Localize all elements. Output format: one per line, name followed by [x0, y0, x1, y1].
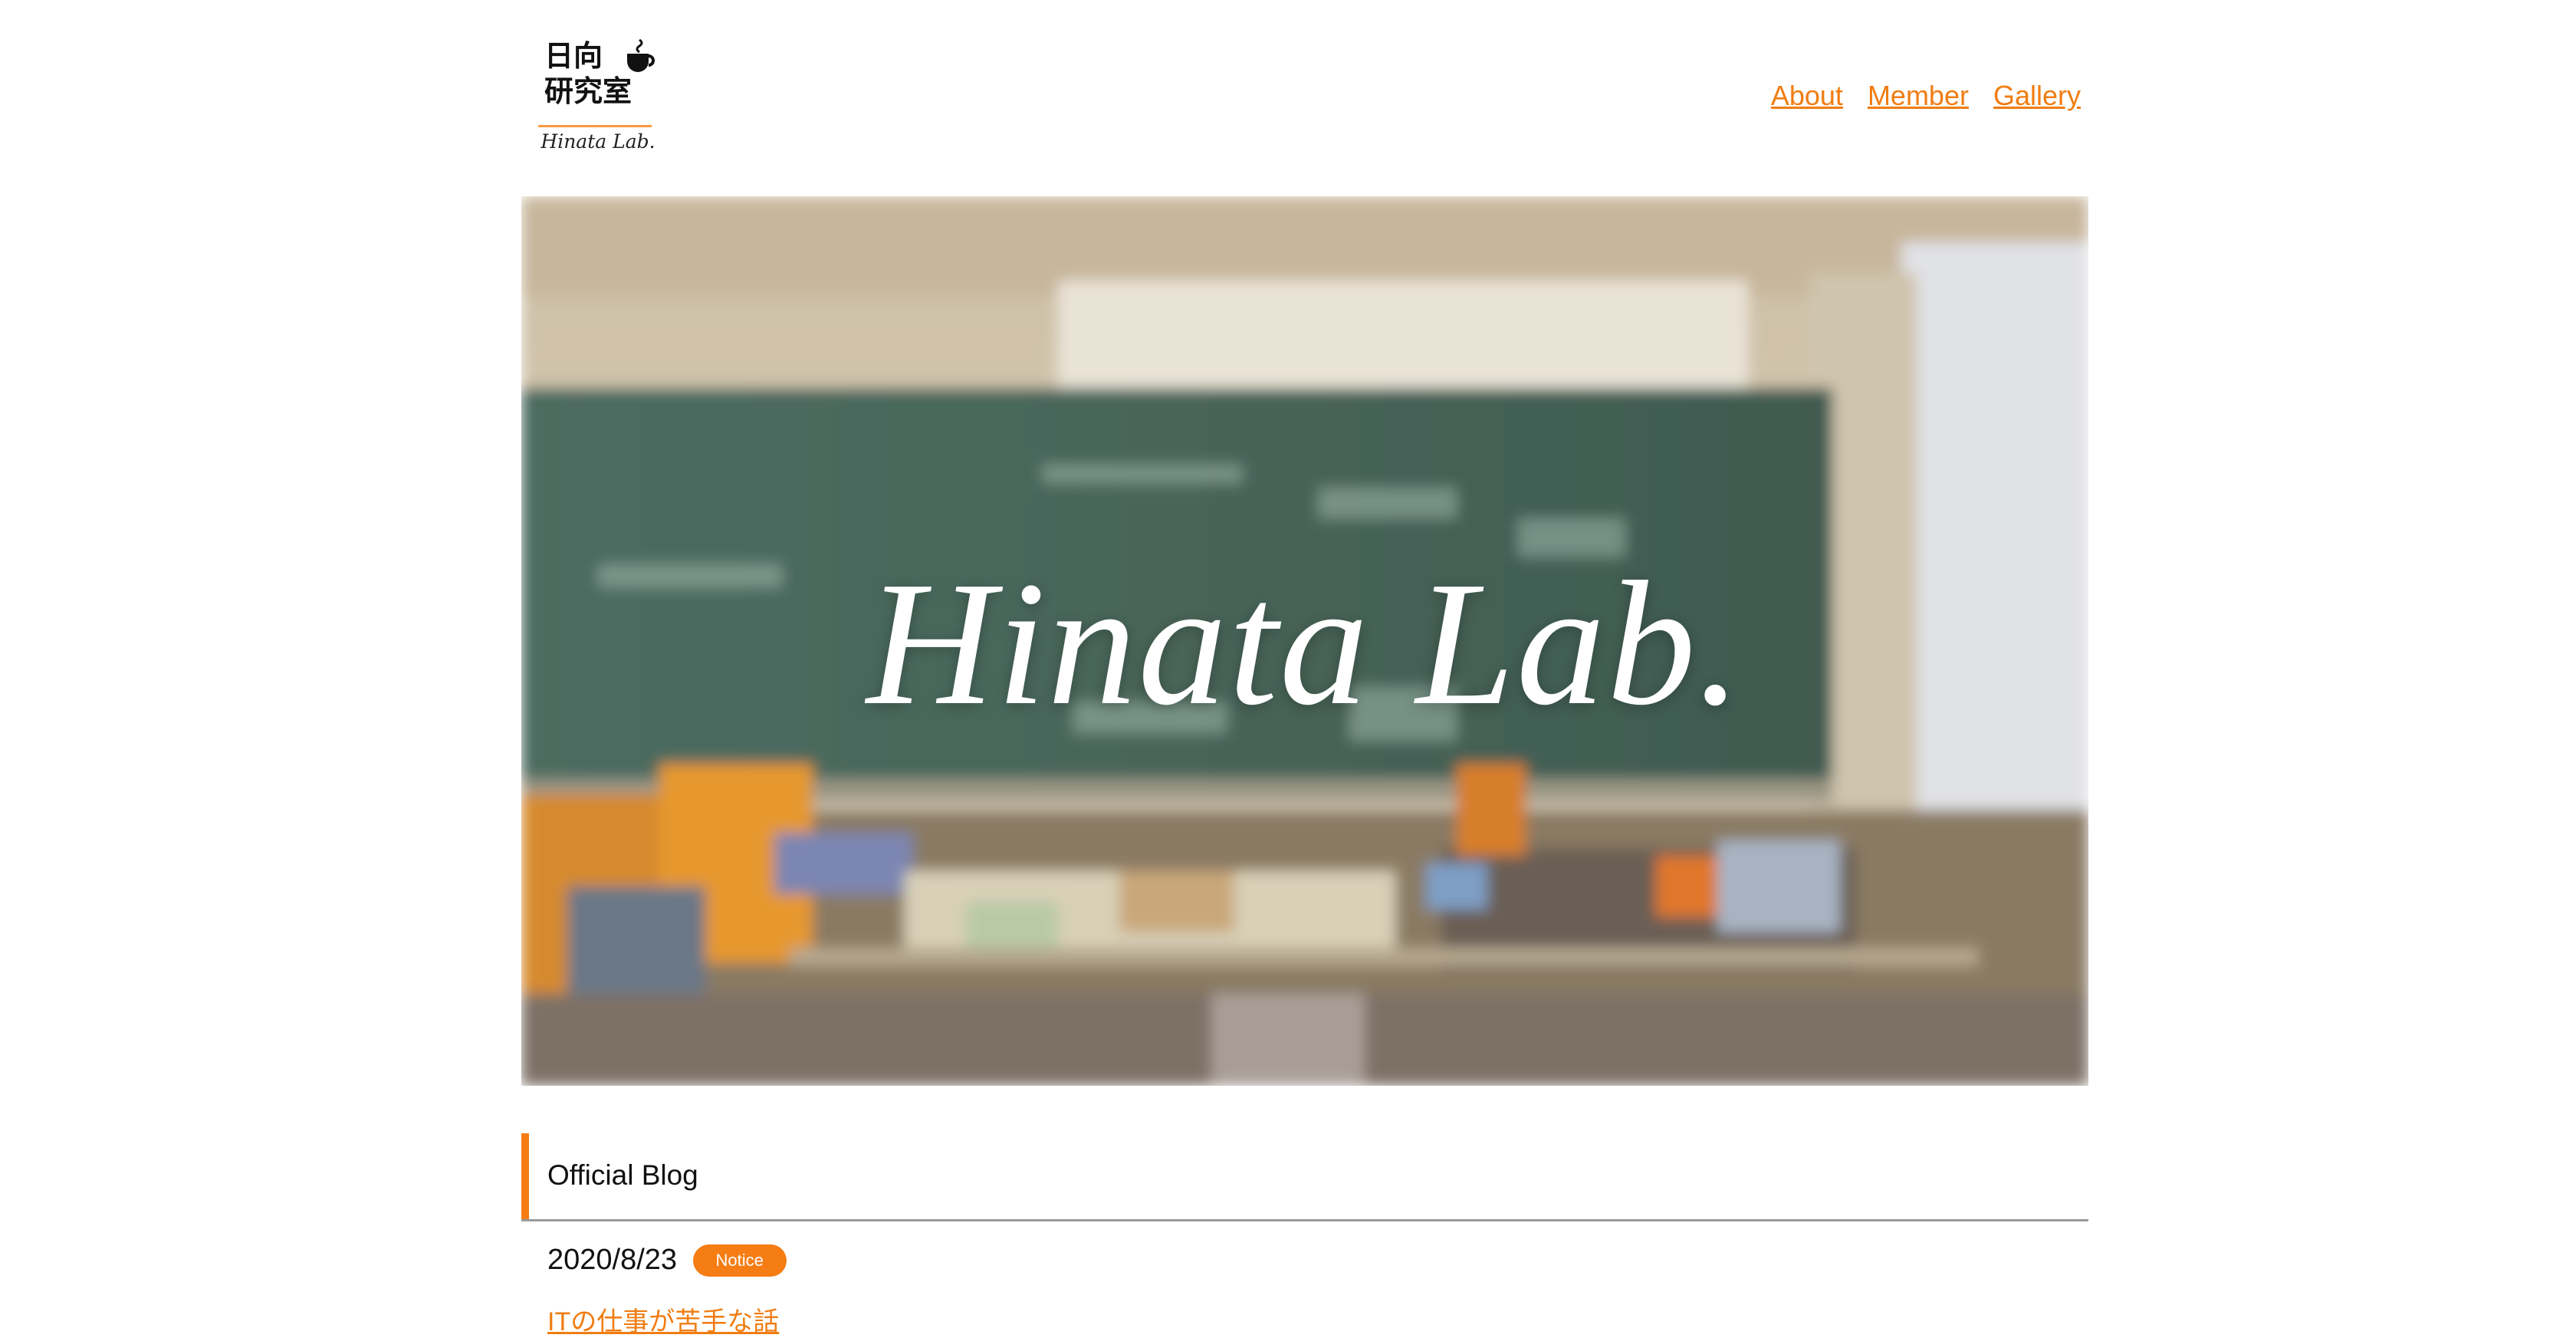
section-title: Official Blog: [547, 1159, 698, 1191]
nav-link-about[interactable]: About: [1771, 80, 1843, 112]
hero-banner: Hinata Lab.: [521, 196, 2088, 1086]
blog-post-item: 2020/8/23 Notice ITの仕事が苦手な話: [547, 1244, 2004, 1336]
logo-divider: [538, 125, 652, 127]
post-tag-badge: Notice: [692, 1244, 787, 1277]
post-title-link[interactable]: ITの仕事が苦手な話: [547, 1300, 779, 1338]
page-container: 日向 研究室 Hinata Lab. About Member Gallery: [521, 0, 2088, 1336]
nav-link-gallery[interactable]: Gallery: [1993, 80, 2081, 112]
main-nav: About Member Gallery: [1771, 80, 2081, 112]
coffee-cup-icon: [627, 38, 655, 72]
logo-latin-text: Hinata Lab.: [540, 130, 656, 153]
blog-section-header: Official Blog: [521, 1133, 2088, 1221]
hero-title: Hinata Lab.: [866, 545, 1743, 742]
section-accent-bar: [521, 1133, 529, 1219]
nav-link-member[interactable]: Member: [1868, 80, 1969, 112]
post-date: 2020/8/23: [547, 1244, 678, 1276]
site-logo[interactable]: 日向 研究室 Hinata Lab.: [537, 38, 659, 161]
logo-kanji-line2: 研究室: [544, 74, 632, 108]
